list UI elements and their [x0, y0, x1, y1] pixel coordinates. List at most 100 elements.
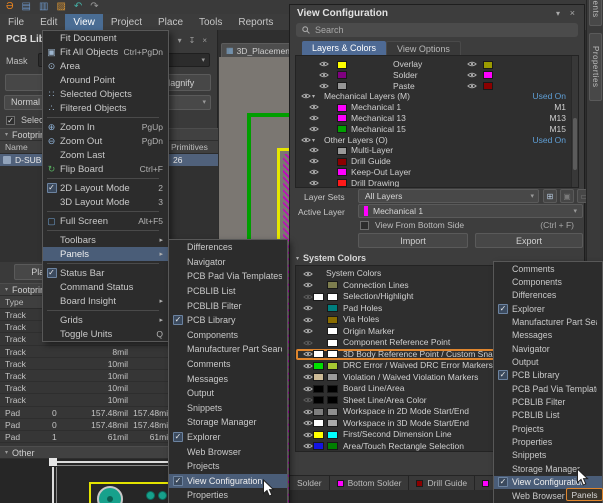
- layer-row[interactable]: ▾ Mechanical 1 M1: [296, 102, 578, 113]
- color-swatch[interactable]: [313, 362, 324, 370]
- layer-row[interactable]: ▾ Drill Drawing: [296, 178, 578, 188]
- eye-icon[interactable]: [303, 386, 313, 392]
- menu-item[interactable]: ✓ PCB Pad Via Templates: [169, 269, 287, 284]
- color-swatch[interactable]: [483, 82, 493, 90]
- menu-item[interactable]: ✓ Differences: [494, 289, 602, 302]
- layer-tab[interactable]: Solder: [290, 476, 330, 490]
- close-icon[interactable]: ×: [570, 8, 575, 18]
- menu-item[interactable]: ✓ ∴ Filtered Objects ▸: [43, 101, 168, 115]
- eye-icon[interactable]: [303, 351, 313, 357]
- panels-button-callout[interactable]: Panels: [566, 488, 603, 501]
- menu-item[interactable]: ✓ Navigator: [494, 342, 602, 355]
- menu-item[interactable]: ✓ ▣ Fit All Objects Ctrl+PgDn ▸: [43, 45, 168, 59]
- menu-item[interactable]: ✓ PCB Library: [169, 313, 287, 328]
- eye-icon[interactable]: [319, 83, 329, 89]
- menu-item[interactable]: ✓ Grids ▸: [43, 313, 168, 327]
- search-input[interactable]: [315, 25, 572, 35]
- menu-item[interactable]: ✓ PCB Library: [494, 369, 602, 382]
- color-swatch[interactable]: [327, 408, 338, 416]
- menu-item[interactable]: ✓ PCBLIB Filter: [169, 298, 287, 313]
- menu-item[interactable]: ✓ Manufacturer Part Search: [494, 315, 602, 328]
- eye-icon[interactable]: [303, 363, 313, 369]
- menu-item[interactable]: ✓ Web Browser: [169, 444, 287, 459]
- menu-item[interactable]: ✓ Snippets: [494, 449, 602, 462]
- eye-icon[interactable]: [467, 61, 477, 67]
- eye-icon[interactable]: [467, 72, 477, 78]
- menu-item[interactable]: ✓ Components: [494, 275, 602, 288]
- color-swatch[interactable]: [327, 327, 338, 335]
- menu-item[interactable]: ✓ Output: [169, 386, 287, 401]
- menubar-item[interactable]: File: [0, 14, 32, 30]
- layer-row[interactable]: ▾ Solder: [296, 70, 578, 81]
- layer-tab[interactable]: Drill Guide: [409, 476, 475, 490]
- color-swatch[interactable]: [327, 339, 338, 347]
- eye-icon[interactable]: [309, 169, 319, 175]
- layer-sets-dropdown[interactable]: All Layers ▾: [358, 189, 539, 203]
- color-swatch[interactable]: [327, 293, 338, 301]
- menubar-item[interactable]: Edit: [32, 14, 65, 30]
- color-swatch[interactable]: [337, 158, 347, 166]
- menu-item[interactable]: ✓ PCB Pad Via Templates: [494, 382, 602, 395]
- color-swatch[interactable]: [483, 61, 493, 69]
- layer-row[interactable]: ▾ Multi-Layer: [296, 145, 578, 156]
- menu-item[interactable]: ✓ Output: [494, 355, 602, 368]
- view-from-bottom-checkbox[interactable]: [360, 221, 369, 230]
- layer-row[interactable]: ▾ Keep-Out Layer: [296, 167, 578, 178]
- menu-item[interactable]: ✓ Messages: [494, 329, 602, 342]
- active-layer-dropdown[interactable]: Mechanical 1 ▾: [358, 204, 583, 218]
- menu-item[interactable]: ✓ Fit Document ▸: [43, 31, 168, 45]
- color-swatch[interactable]: [327, 350, 338, 358]
- menu-item[interactable]: ✓ Messages: [169, 371, 287, 386]
- eye-icon[interactable]: [301, 93, 311, 99]
- menu-item[interactable]: ✓ Board Insight ▸: [43, 294, 168, 308]
- menu-item[interactable]: ✓ Toggle Units Q ▸: [43, 327, 168, 341]
- color-swatch[interactable]: [337, 104, 347, 112]
- eye-icon[interactable]: [303, 432, 313, 438]
- menu-item[interactable]: ✓ ⊖ Zoom Out PgDn ▸: [43, 134, 168, 148]
- panel-menu-icon[interactable]: ▾: [178, 36, 182, 45]
- pin-icon[interactable]: ↧: [189, 36, 196, 45]
- tab-view-options[interactable]: View Options: [386, 41, 461, 55]
- color-swatch[interactable]: [327, 442, 338, 450]
- tab-layers-colors[interactable]: Layers & Colors: [302, 41, 386, 55]
- eye-icon[interactable]: [319, 61, 329, 67]
- color-swatch[interactable]: [313, 431, 324, 439]
- menu-item[interactable]: ✓ Command Status ▸: [43, 280, 168, 294]
- color-swatch[interactable]: [327, 396, 338, 404]
- menubar-item[interactable]: Reports: [230, 14, 281, 30]
- eye-icon[interactable]: [303, 328, 313, 334]
- eye-icon[interactable]: [303, 317, 313, 323]
- eye-icon[interactable]: [309, 126, 319, 132]
- menu-item[interactable]: ✓ Panels ▸: [43, 247, 168, 261]
- menu-item[interactable]: ✓ Toolbars ▸: [43, 233, 168, 247]
- layer-row[interactable]: ▾ Paste: [296, 81, 578, 92]
- color-swatch[interactable]: [337, 168, 347, 176]
- eye-icon[interactable]: [303, 305, 313, 311]
- color-swatch[interactable]: [327, 373, 338, 381]
- layer-row[interactable]: ▾ Other Layers (O) Used On: [296, 135, 578, 146]
- menu-item[interactable]: ✓ Status Bar ▸: [43, 266, 168, 280]
- close-icon[interactable]: ×: [202, 36, 207, 45]
- eye-icon[interactable]: [303, 271, 313, 277]
- color-swatch[interactable]: [337, 147, 347, 155]
- menu-item[interactable]: ✓ Snippets: [169, 401, 287, 416]
- redo-icon[interactable]: ↷: [90, 2, 98, 12]
- eye-icon[interactable]: [303, 397, 313, 403]
- color-swatch[interactable]: [313, 408, 324, 416]
- altium-logo-icon[interactable]: Ə: [6, 2, 14, 12]
- menu-item[interactable]: ✓ Properties: [494, 435, 602, 448]
- menu-item[interactable]: ✓ Navigator: [169, 255, 287, 270]
- color-swatch[interactable]: [327, 385, 338, 393]
- eye-icon[interactable]: [467, 83, 477, 89]
- layer-row[interactable]: ▾ Mechanical 13 M13: [296, 113, 578, 124]
- color-swatch[interactable]: [327, 431, 338, 439]
- color-swatch[interactable]: [313, 385, 324, 393]
- layer-tab[interactable]: Bottom Solder: [330, 476, 410, 490]
- menubar-item[interactable]: View: [65, 14, 103, 30]
- color-swatch[interactable]: [337, 61, 347, 69]
- menu-item[interactable]: ✓ PCBLIB Filter: [494, 395, 602, 408]
- color-swatch[interactable]: [337, 125, 347, 133]
- open-folder-icon[interactable]: ▨: [56, 2, 65, 12]
- color-swatch[interactable]: [327, 281, 338, 289]
- layer-row[interactable]: ▾ Overlay: [296, 59, 578, 70]
